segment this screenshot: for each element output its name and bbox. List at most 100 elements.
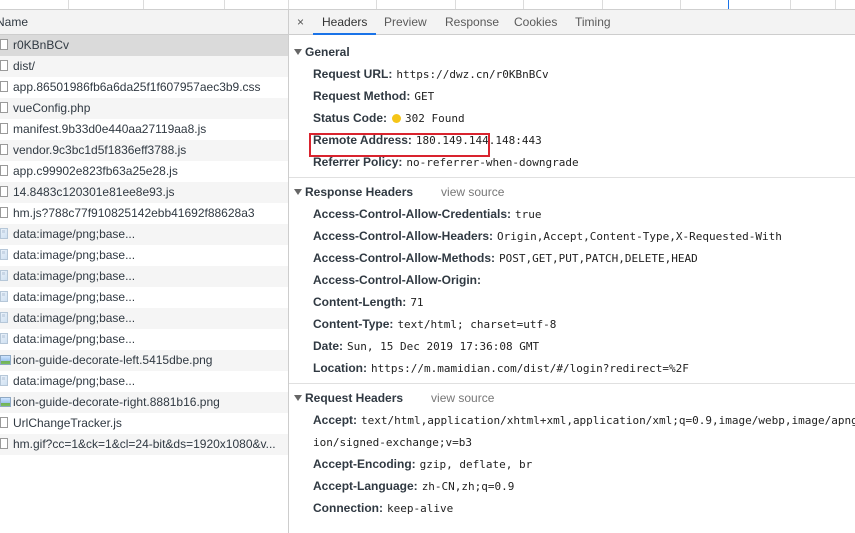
accept-row: Accept: text/html,application/xhtml+xml,a…: [289, 409, 855, 431]
tab-preview[interactable]: Preview: [384, 10, 427, 34]
request-name: data:image/png;base...: [13, 374, 136, 388]
accept-encoding-row: Accept-Encoding: gzip, deflate, br: [289, 453, 855, 475]
request-row[interactable]: r0KBnBCv: [0, 35, 288, 56]
request-row[interactable]: vendor.9c3bc1d5f1836eff3788.js: [0, 140, 288, 161]
accept-value: text/html,application/xhtml+xml,applicat…: [361, 414, 855, 427]
response-header-row: Content-Length: 71: [289, 291, 855, 313]
accept-encoding-key: Accept-Encoding:: [313, 457, 416, 471]
triangle-down-icon: [294, 395, 302, 401]
response-header-row: Content-Type: text/html; charset=utf-8: [289, 313, 855, 335]
general-section-toggle[interactable]: General: [289, 41, 855, 63]
strip-divider: [835, 0, 836, 9]
response-header-key: Content-Type:: [313, 317, 394, 331]
request-headers-section: Request Headers view source Accept: text/h…: [289, 384, 855, 519]
response-header-value: true: [515, 208, 542, 221]
file-icon: [0, 60, 8, 71]
detail-tabs: × Headers Preview Response Cookies Timin…: [289, 10, 855, 35]
status-dot-icon: [392, 114, 402, 123]
request-rows: r0KBnBCv dist/app.86501986fb6a6da25f1f607…: [0, 35, 288, 455]
triangle-down-icon: [294, 189, 302, 195]
request-row[interactable]: hm.gif?cc=1&ck=1&cl=24-bit&ds=1920x1080&…: [0, 434, 288, 455]
request-name: data:image/png;base...: [13, 332, 136, 346]
request-name: data:image/png;base...: [13, 269, 136, 283]
status-code-row: Status Code: 302 Found: [289, 107, 855, 129]
request-url-key: Request URL:: [313, 67, 393, 81]
response-header-rows: Access-Control-Allow-Credentials: true Acc…: [289, 203, 855, 379]
close-icon[interactable]: ×: [297, 10, 304, 34]
request-row[interactable]: 14.8483c120301e81ee8e93.js: [0, 182, 288, 203]
accept-language-value: zh-CN,zh;q=0.9: [421, 480, 515, 493]
request-row[interactable]: manifest.9b33d0e440aa27119aa8.js: [0, 119, 288, 140]
request-row[interactable]: app.86501986fb6a6da25f1f607957aec3b9.css: [0, 77, 288, 98]
response-header-key: Date:: [313, 339, 344, 353]
response-header-value: https://m.mamidian.com/dist/#/login?redi…: [371, 362, 689, 375]
strip-divider: [680, 0, 681, 9]
tab-headers[interactable]: Headers: [312, 10, 377, 35]
request-name: r0KBnBCv: [13, 38, 70, 52]
request-name: icon-guide-decorate-left.5415dbe.png: [13, 353, 213, 367]
file-icon: [0, 102, 8, 113]
request-row[interactable]: data:image/png;base...: [0, 371, 288, 392]
request-method-row: Request Method: GET: [289, 85, 855, 107]
request-url-row: Request URL: https://dwz.cn/r0KBnBCv: [289, 63, 855, 85]
response-header-value: text/html; charset=utf-8: [397, 318, 557, 331]
response-header-key: Access-Control-Allow-Methods:: [313, 251, 496, 265]
request-row[interactable]: app.c99902e823fb63a25e28.js: [0, 161, 288, 182]
response-headers-toggle[interactable]: Response Headers view source: [289, 181, 855, 203]
response-header-row: Access-Control-Allow-Methods: POST,GET,PU…: [289, 247, 855, 269]
request-row[interactable]: data:image/png;base...: [0, 329, 288, 350]
request-name: data:image/png;base...: [13, 248, 136, 262]
name-column-header[interactable]: Name: [0, 10, 288, 35]
accept-row-wrap: ion/signed-exchange;v=b3: [289, 431, 855, 453]
tab-timing[interactable]: Timing: [575, 10, 611, 34]
accept-language-row: Accept-Language: zh-CN,zh;q=0.9: [289, 475, 855, 497]
request-row[interactable]: data:image/png;base...: [0, 245, 288, 266]
response-view-source-link[interactable]: view source: [441, 185, 504, 199]
response-header-row: Location: https://m.mamidian.com/dist/#/l…: [289, 357, 855, 379]
request-name: manifest.9b33d0e440aa27119aa8.js: [13, 122, 207, 136]
response-header-row: Date: Sun, 15 Dec 2019 17:36:08 GMT: [289, 335, 855, 357]
request-row[interactable]: data:image/png;base...: [0, 266, 288, 287]
image-file-icon: [0, 312, 8, 323]
status-code-highlight-box: [309, 133, 490, 157]
status-code-key: Status Code:: [313, 111, 388, 125]
referrer-policy-key: Referrer Policy:: [313, 155, 403, 169]
strip-divider: [143, 0, 144, 9]
request-row[interactable]: vueConfig.php: [0, 98, 288, 119]
request-headers-title: Request Headers: [305, 391, 404, 405]
image-file-icon: [0, 375, 8, 386]
triangle-down-icon: [294, 49, 302, 55]
request-row[interactable]: data:image/png;base...: [0, 287, 288, 308]
image-file-icon: [0, 228, 8, 239]
tab-response[interactable]: Response: [445, 10, 499, 34]
response-header-value: Sun, 15 Dec 2019 17:36:08 GMT: [347, 340, 540, 353]
request-headers-toggle[interactable]: Request Headers view source: [289, 387, 855, 409]
request-row[interactable]: UrlChangeTracker.js: [0, 413, 288, 434]
request-row[interactable]: icon-guide-decorate-left.5415dbe.png: [0, 350, 288, 371]
request-row[interactable]: data:image/png;base...: [0, 224, 288, 245]
request-name: app.86501986fb6a6da25f1f607957aec3b9.css: [13, 80, 261, 94]
request-name: hm.js?788c77f910825142ebb41692f88628a3: [13, 206, 255, 220]
request-method-key: Request Method:: [313, 89, 411, 103]
request-name: app.c99902e823fb63a25e28.js: [13, 164, 178, 178]
request-detail-panel: × Headers Preview Response Cookies Timin…: [289, 10, 855, 533]
request-name: hm.gif?cc=1&ck=1&cl=24-bit&ds=1920x1080&…: [13, 437, 276, 451]
response-header-row: Access-Control-Allow-Headers: Origin,Acce…: [289, 225, 855, 247]
file-icon: [0, 165, 8, 176]
response-header-value: POST,GET,PUT,PATCH,DELETE,HEAD: [499, 252, 698, 265]
strip-divider: [728, 0, 729, 9]
tab-cookies[interactable]: Cookies: [514, 10, 557, 34]
response-header-value: Origin,Accept,Content-Type,X-Requested-W…: [497, 230, 782, 243]
request-row[interactable]: dist/: [0, 56, 288, 77]
request-name: vueConfig.php: [13, 101, 91, 115]
request-view-source-link[interactable]: view source: [431, 391, 494, 405]
accept-language-key: Accept-Language:: [313, 479, 418, 493]
response-header-key: Location:: [313, 361, 367, 375]
file-icon: [0, 438, 8, 449]
file-icon: [0, 207, 8, 218]
request-row[interactable]: icon-guide-decorate-right.8881b16.png: [0, 392, 288, 413]
request-row[interactable]: hm.js?788c77f910825142ebb41692f88628a3: [0, 203, 288, 224]
response-header-row: Access-Control-Allow-Credentials: true: [289, 203, 855, 225]
accept-value-continued: ion/signed-exchange;v=b3: [313, 436, 472, 449]
request-row[interactable]: data:image/png;base...: [0, 308, 288, 329]
